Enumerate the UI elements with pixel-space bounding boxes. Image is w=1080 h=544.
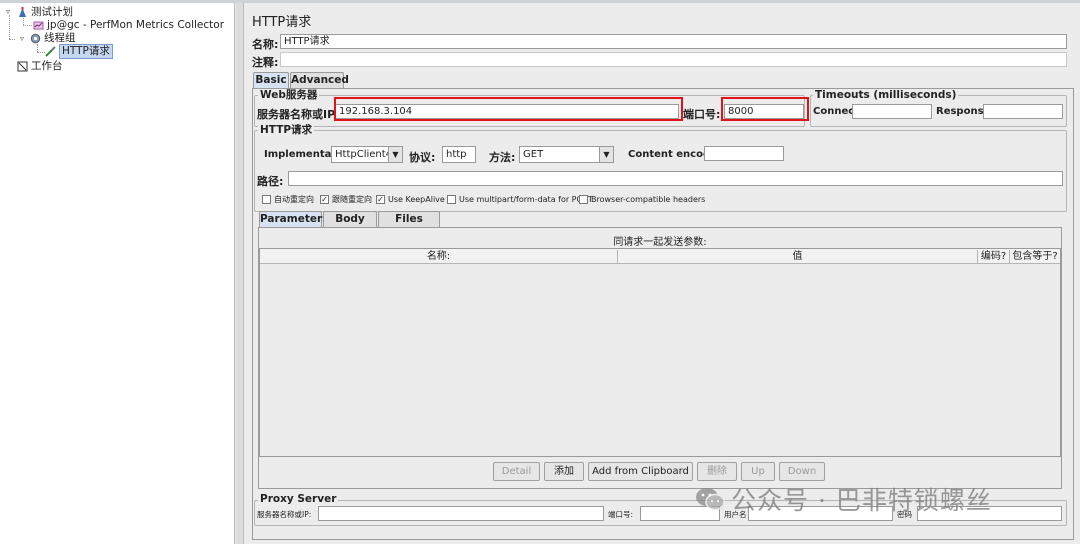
table-header: 名称: 值 编码? 包含等于? — [260, 249, 1060, 264]
perfmon-listener-icon — [33, 20, 44, 31]
check-icon: ✓ — [376, 194, 385, 204]
tab-advanced[interactable]: Advanced — [290, 72, 349, 88]
highlight-box — [721, 97, 809, 121]
test-plan-icon — [17, 7, 28, 18]
connect-input[interactable] — [852, 104, 932, 119]
highlight-box — [334, 97, 683, 121]
workbench-icon — [17, 61, 28, 72]
follow-redirect-checkbox[interactable]: ✓ 跟随重定向 — [320, 194, 372, 204]
port-label: 端口号: — [683, 108, 721, 121]
column-header-encode[interactable]: 编码? — [978, 250, 1010, 263]
checkbox-box — [579, 194, 588, 204]
server-label: 服务器名称或IP: — [257, 108, 340, 121]
browser-headers-checkbox[interactable]: Browser-compatible headers — [579, 194, 705, 204]
column-header-name[interactable]: 名称: — [260, 250, 618, 263]
tree-item-label: 测试计划 — [31, 6, 73, 18]
comment-input[interactable] — [280, 52, 1067, 67]
up-button[interactable]: Up — [741, 462, 775, 481]
page-title: HTTP请求 — [252, 15, 312, 30]
tree-item-perfmon[interactable]: jp@gc - PerfMon Metrics Collector — [33, 19, 224, 32]
tree-item-test-plan[interactable]: 测试计划 — [17, 6, 73, 19]
auto-redirect-checkbox[interactable]: 自动重定向 — [262, 194, 314, 204]
add-button[interactable]: 添加 — [544, 462, 584, 481]
implementation-select[interactable]: HttpClient4 ▼ — [331, 146, 403, 163]
proxy-server-input[interactable] — [318, 506, 604, 521]
name-input[interactable]: HTTP请求 — [280, 34, 1067, 49]
checkbox-box — [262, 194, 271, 204]
delete-button[interactable]: 删除 — [697, 462, 737, 481]
parameters-caption: 同请求一起发送参数: — [613, 237, 707, 248]
down-button[interactable]: Down — [779, 462, 825, 481]
collapse-toggle-icon[interactable]: ▿ — [20, 34, 24, 44]
parameters-table[interactable]: 名称: 值 编码? 包含等于? — [259, 248, 1061, 457]
response-input[interactable] — [983, 104, 1063, 119]
tree-item-http-request[interactable]: HTTP请求 — [45, 44, 113, 59]
tree-item-label: HTTP请求 — [59, 44, 113, 59]
wechat-icon — [695, 486, 725, 512]
detail-button[interactable]: Detail — [493, 462, 540, 481]
name-label: 名称: — [252, 38, 279, 51]
splitter-handle[interactable] — [236, 3, 244, 544]
http-request-title: HTTP请求 — [258, 124, 315, 136]
timeouts-title: Timeouts (milliseconds) — [813, 89, 959, 101]
tab-body-data[interactable]: Body Data — [323, 211, 377, 240]
collapse-toggle-icon[interactable]: ▿ — [6, 7, 10, 17]
comment-label: 注释: — [252, 56, 279, 69]
checkbox-box — [447, 194, 456, 204]
http-request-panel: HTTP请求 名称: HTTP请求 注释: Basic Advanced Web… — [245, 3, 1080, 544]
pipette-icon — [45, 46, 56, 57]
multipart-checkbox[interactable]: Use multipart/form-data for POST — [447, 194, 593, 204]
chevron-down-icon: ▼ — [388, 147, 402, 162]
protocol-label: 协议: — [409, 151, 436, 164]
tab-parameters[interactable]: Parameters — [259, 211, 328, 227]
proxy-port-label: 端口号: — [608, 510, 634, 519]
check-icon: ✓ — [320, 194, 329, 204]
tree-item-workbench[interactable]: 工作台 — [17, 60, 63, 73]
method-label: 方法: — [489, 151, 516, 164]
watermark: 公众号 · 巴非特锁螺丝 — [695, 482, 992, 516]
keepalive-checkbox[interactable]: ✓ Use KeepAlive — [376, 194, 445, 204]
web-server-title: Web服务器 — [258, 89, 320, 101]
gear-icon — [30, 33, 41, 44]
column-header-include-equals[interactable]: 包含等于? — [1010, 250, 1060, 263]
path-label: 路径: — [257, 175, 284, 188]
method-select[interactable]: GET ▼ — [519, 146, 614, 163]
encoding-input[interactable] — [704, 146, 784, 161]
proxy-server-title: Proxy Server — [258, 493, 339, 505]
tab-files-upload[interactable]: Files Upload — [378, 211, 440, 240]
chevron-down-icon: ▼ — [599, 147, 613, 162]
tree-item-label: jp@gc - PerfMon Metrics Collector — [47, 19, 225, 31]
column-header-value[interactable]: 值 — [618, 250, 978, 263]
path-input[interactable] — [288, 171, 1063, 186]
proxy-server-label: 服务器名称或IP: — [257, 510, 312, 519]
add-from-clipboard-button[interactable]: Add from Clipboard — [588, 462, 693, 481]
tree-item-label: 工作台 — [31, 60, 63, 72]
test-plan-tree[interactable]: ▿ 测试计划 jp@gc - PerfMon Metrics Collector… — [0, 3, 235, 544]
tab-basic[interactable]: Basic — [253, 72, 289, 88]
protocol-input[interactable]: http — [442, 146, 476, 163]
